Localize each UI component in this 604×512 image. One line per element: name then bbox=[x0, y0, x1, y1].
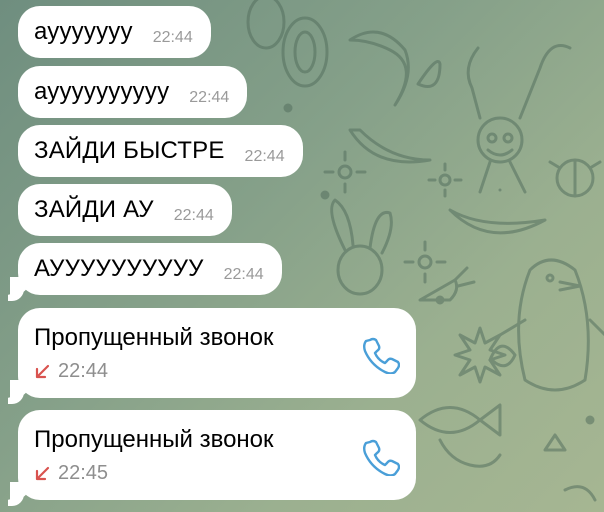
phone-icon[interactable] bbox=[360, 436, 400, 476]
message-bubble[interactable]: аууууууу 22:44 bbox=[18, 6, 211, 58]
missed-call-arrow-icon bbox=[35, 364, 50, 378]
message-time: 22:44 bbox=[189, 89, 230, 106]
message-bubble[interactable]: АУУУУУУУУУУ 22:44 bbox=[10, 243, 282, 295]
call-meta: 22:45 bbox=[34, 462, 398, 485]
call-time: 22:44 bbox=[58, 360, 109, 382]
message-text: ЗАЙДИ БЫСТРЕ bbox=[34, 137, 225, 164]
message-bubble[interactable]: ауууууууууу 22:44 bbox=[18, 66, 248, 118]
phone-icon[interactable] bbox=[360, 334, 400, 374]
message-time: 22:44 bbox=[244, 148, 285, 165]
call-meta: 22:44 bbox=[34, 360, 398, 383]
message-text: ауууууууууу bbox=[34, 78, 170, 105]
message-time: 22:44 bbox=[173, 207, 214, 224]
message-time: 22:44 bbox=[152, 29, 193, 46]
call-title: Пропущенный звонок bbox=[34, 324, 274, 351]
message-bubble[interactable]: ЗАЙДИ АУ 22:44 bbox=[18, 184, 232, 236]
missed-call-bubble[interactable]: Пропущенный звонок 22:45 bbox=[10, 410, 416, 500]
message-text: ЗАЙДИ АУ bbox=[34, 196, 154, 223]
missed-call-bubble[interactable]: Пропущенный звонок 22:44 bbox=[10, 308, 416, 398]
call-title: Пропущенный звонок bbox=[34, 426, 274, 453]
message-bubble[interactable]: ЗАЙДИ БЫСТРЕ 22:44 bbox=[18, 125, 303, 177]
message-text: аууууууу bbox=[34, 18, 133, 45]
message-text: АУУУУУУУУУУ bbox=[34, 255, 204, 282]
message-time: 22:44 bbox=[223, 266, 264, 283]
call-time: 22:45 bbox=[58, 462, 109, 484]
missed-call-arrow-icon bbox=[35, 466, 50, 480]
